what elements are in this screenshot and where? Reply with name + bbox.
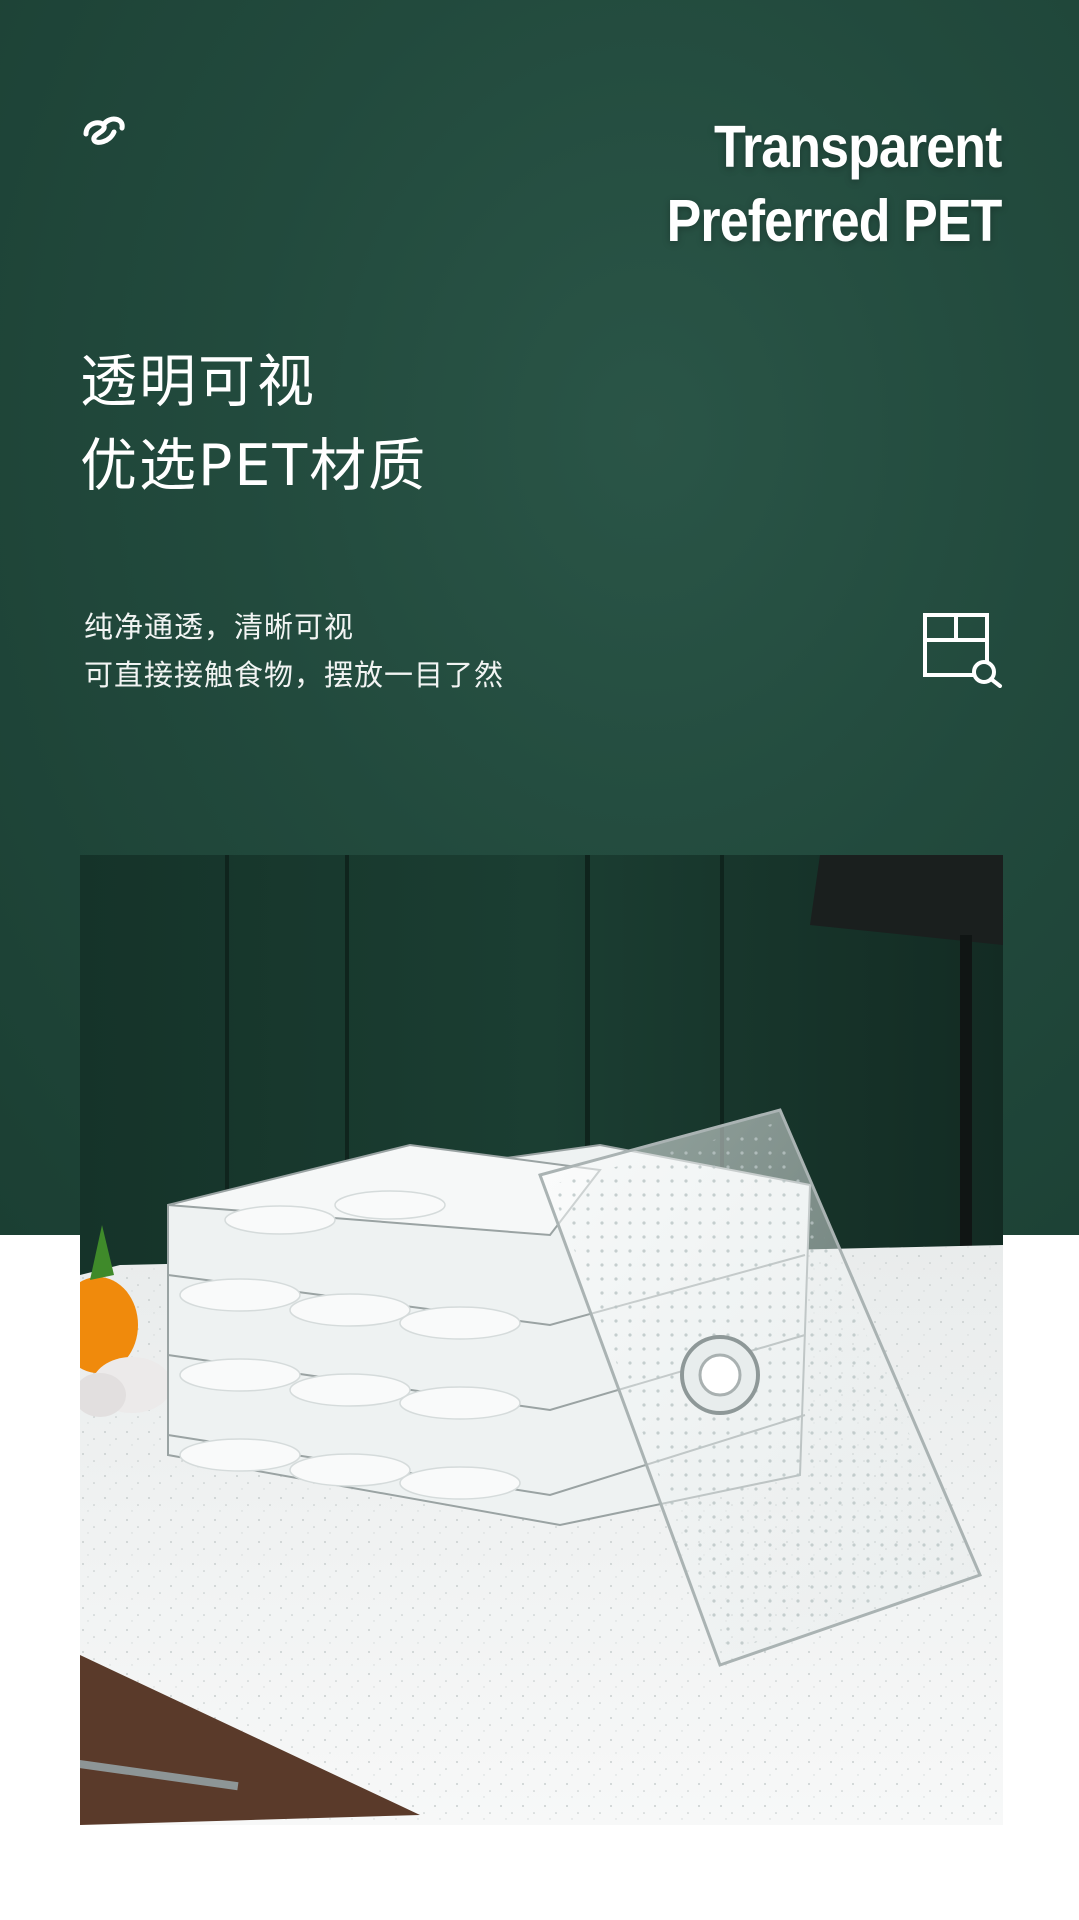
brand-logo-icon: [83, 116, 125, 145]
chinese-title-line-1: 透明可视: [80, 349, 316, 415]
chinese-title: 透明可视 优选PET材质: [80, 340, 427, 508]
english-title-line-2: Preferred PET: [666, 188, 1002, 254]
chinese-title-line-2: 优选PET材质: [80, 433, 428, 499]
window-magnifier-icon: [923, 613, 1002, 688]
product-photo: [80, 855, 1003, 1825]
english-title-line-1: Transparent: [713, 114, 1001, 180]
description-line-1: 纯净通透，清晰可视: [84, 610, 355, 644]
english-title: Transparent Preferred PET: [666, 110, 1002, 258]
feature-description: 纯净通透，清晰可视 可直接接触食物，摆放一目了然: [84, 603, 504, 699]
description-line-2: 可直接接触食物，摆放一目了然: [84, 658, 505, 692]
